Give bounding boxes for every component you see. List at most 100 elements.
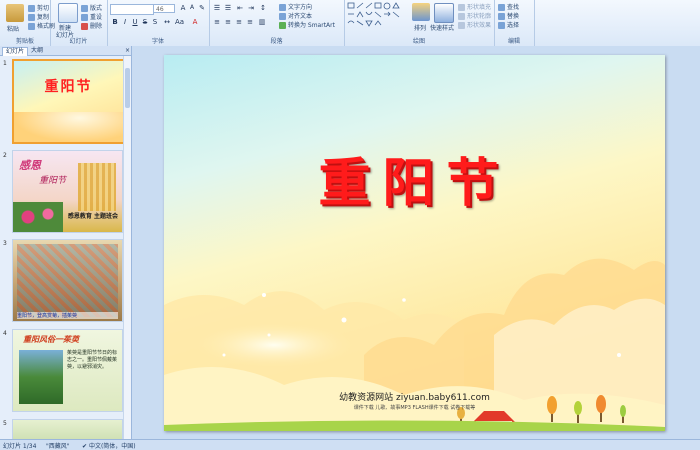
shape-effect-button[interactable]: 形状效果	[458, 20, 491, 29]
paste-button[interactable]: 粘贴	[7, 24, 19, 33]
smartart-button[interactable]: 转换为 SmartArt	[279, 20, 335, 29]
thumb-title: 重阳节	[44, 79, 93, 95]
editing-label: 编辑	[507, 38, 520, 45]
thumb-subtitle: 重阳节	[39, 176, 67, 186]
ribbon: 粘贴 剪切 复制 格式刷 剪贴板 新建 幻灯片 版式 重设 删除 幻灯片 46 …	[0, 0, 700, 47]
brush-icon	[28, 23, 35, 30]
indent-more-icon[interactable]: ⇥	[247, 4, 255, 12]
thumb-caption: 重阳节，登高赏菊，插茱萸	[17, 312, 118, 319]
text-direction-icon	[279, 4, 286, 11]
underline-icon[interactable]: U	[131, 18, 139, 26]
clipboard-group: 粘贴 剪切 复制 格式刷 剪贴板	[0, 0, 55, 46]
font-size-field[interactable]: 46	[153, 4, 175, 13]
find-icon	[498, 4, 505, 11]
quick-styles-icon[interactable]	[434, 3, 454, 23]
bold-icon[interactable]: B	[111, 18, 119, 26]
shadow-icon[interactable]: S	[151, 18, 159, 26]
copy-icon	[28, 14, 35, 21]
select-icon	[498, 22, 505, 29]
bullets-icon[interactable]: ☰	[213, 4, 221, 12]
site-text: 幼教资源网站 ziyuan.baby611.com	[339, 393, 490, 403]
paragraph-group: ☰ ☰ ⇤ ⇥ ↕ ≡ ≡ ≡ ≡ ▥ 文字方向 对齐文本 转换为 SmartA…	[209, 0, 345, 46]
scissors-icon	[28, 5, 35, 12]
justify-icon[interactable]: ≡	[246, 18, 254, 26]
thumb-title: 重阳风俗一茱萸	[23, 335, 79, 344]
shapes-gallery-icon[interactable]	[347, 2, 407, 32]
grow-font-icon[interactable]: A	[179, 4, 187, 12]
spacing-icon[interactable]: ↔	[163, 18, 171, 26]
columns-icon[interactable]: ▥	[258, 18, 266, 26]
font-group: 46 A A ✎ B I U S S ↔ Aa A 字体	[107, 0, 210, 46]
smartart-icon	[279, 22, 286, 29]
reset-icon	[81, 14, 88, 21]
arrange-button[interactable]: 排列	[414, 23, 426, 32]
layout-button[interactable]: 版式	[81, 3, 102, 12]
shape-fill-button[interactable]: 形状填充	[458, 2, 491, 11]
slides-group: 新建 幻灯片 版式 重设 删除 幻灯片	[50, 0, 108, 46]
fill-icon	[458, 4, 465, 11]
slide-thumbnail-1[interactable]: 重阳节	[12, 59, 125, 144]
paragraph-label: 段落	[270, 38, 283, 45]
italic-icon[interactable]: I	[121, 18, 129, 26]
clipboard-label: 剪贴板	[15, 38, 34, 45]
case-icon[interactable]: Aa	[175, 18, 184, 26]
slide-thumbnail-5[interactable]	[12, 419, 123, 441]
font-name-field[interactable]	[110, 4, 154, 15]
font-label: 字体	[151, 38, 164, 45]
slide-thumbnail-3[interactable]: 重阳节，登高赏菊，插茱萸	[12, 239, 123, 322]
delete-button[interactable]: 删除	[81, 21, 102, 30]
thumb-body: 茱萸是重阳节节日的标志之一。重阳节佩戴茱萸，以避邪消灾。	[67, 350, 118, 370]
thumb-wheat	[78, 163, 116, 211]
select-button[interactable]: 选择	[498, 20, 519, 29]
slide-title[interactable]: 重阳节	[164, 141, 665, 216]
delete-icon	[81, 23, 88, 30]
tab-outline[interactable]: 大纲	[28, 47, 46, 55]
numbering-icon[interactable]: ☰	[224, 4, 232, 12]
indent-less-icon[interactable]: ⇤	[236, 4, 244, 12]
align-right-icon[interactable]: ≡	[235, 18, 243, 26]
thumb-illustration	[17, 244, 118, 317]
align-text-button[interactable]: 对齐文本	[279, 11, 312, 20]
slide-number: 4	[3, 330, 7, 337]
thumb-title: 感恩	[19, 159, 41, 172]
new-slide-icon[interactable]	[58, 3, 78, 23]
slide-thumbnail-4[interactable]: 重阳风俗一茱萸 茱萸是重阳节节日的标志之一。重阳节佩戴茱萸，以避邪消灾。	[12, 329, 123, 412]
find-button[interactable]: 查找	[498, 2, 519, 11]
align-left-icon[interactable]: ≡	[213, 18, 221, 26]
cut-button[interactable]: 剪切	[28, 3, 49, 12]
drawing-label: 绘图	[412, 38, 425, 45]
status-bar: 幻灯片 1/34 "西藏风" ✔ 中文(简体，中国)	[0, 439, 700, 450]
font-color-icon[interactable]: A	[191, 18, 199, 26]
drawing-group: 排列 快速样式 形状填充 形状轮廓 形状效果 绘图	[344, 0, 495, 46]
slide-number: 3	[3, 240, 7, 247]
line-spacing-icon[interactable]: ↕	[259, 4, 267, 12]
effect-icon	[458, 22, 465, 29]
replace-icon	[498, 13, 505, 20]
slides-panel: 幻灯片 大纲 × 1 重阳节 2 感恩 重阳节 感恩教育 主题班会 3 重阳节，…	[0, 46, 132, 441]
site-subtext: 课件下载 儿歌、故事MP3 FLASH课件下载 试卷下载等	[353, 405, 476, 411]
slide-thumbnail-2[interactable]: 感恩 重阳节 感恩教育 主题班会	[12, 150, 123, 233]
shrink-font-icon[interactable]: A	[188, 4, 196, 12]
slide-number: 5	[3, 420, 7, 427]
strikethrough-icon[interactable]: S	[141, 18, 149, 26]
layout-icon	[81, 5, 88, 12]
slide-number: 2	[3, 152, 7, 159]
replace-button[interactable]: 替换	[498, 11, 519, 20]
reset-button[interactable]: 重设	[81, 12, 102, 21]
panel-scrollbar[interactable]	[123, 56, 131, 439]
paste-icon[interactable]	[6, 4, 24, 22]
clear-format-icon[interactable]: ✎	[198, 4, 206, 12]
outline-icon	[458, 13, 465, 20]
scrollbar-thumb[interactable]	[125, 68, 130, 108]
slide-number: 1	[3, 60, 7, 67]
shape-outline-button[interactable]: 形状轮廓	[458, 11, 491, 20]
quick-styles-button[interactable]: 快速样式	[430, 23, 454, 32]
slide-background-art	[164, 258, 665, 431]
current-slide[interactable]: 重阳节 幼教资源网站 ziyuan.baby611.com 课件下载 儿歌、故事…	[164, 55, 665, 431]
align-center-icon[interactable]: ≡	[224, 18, 232, 26]
copy-button[interactable]: 复制	[28, 12, 49, 21]
text-direction-button[interactable]: 文字方向	[279, 2, 312, 11]
tab-slides[interactable]: 幻灯片	[2, 47, 29, 56]
arrange-icon[interactable]	[412, 3, 430, 21]
thumb-clouds	[14, 112, 123, 142]
